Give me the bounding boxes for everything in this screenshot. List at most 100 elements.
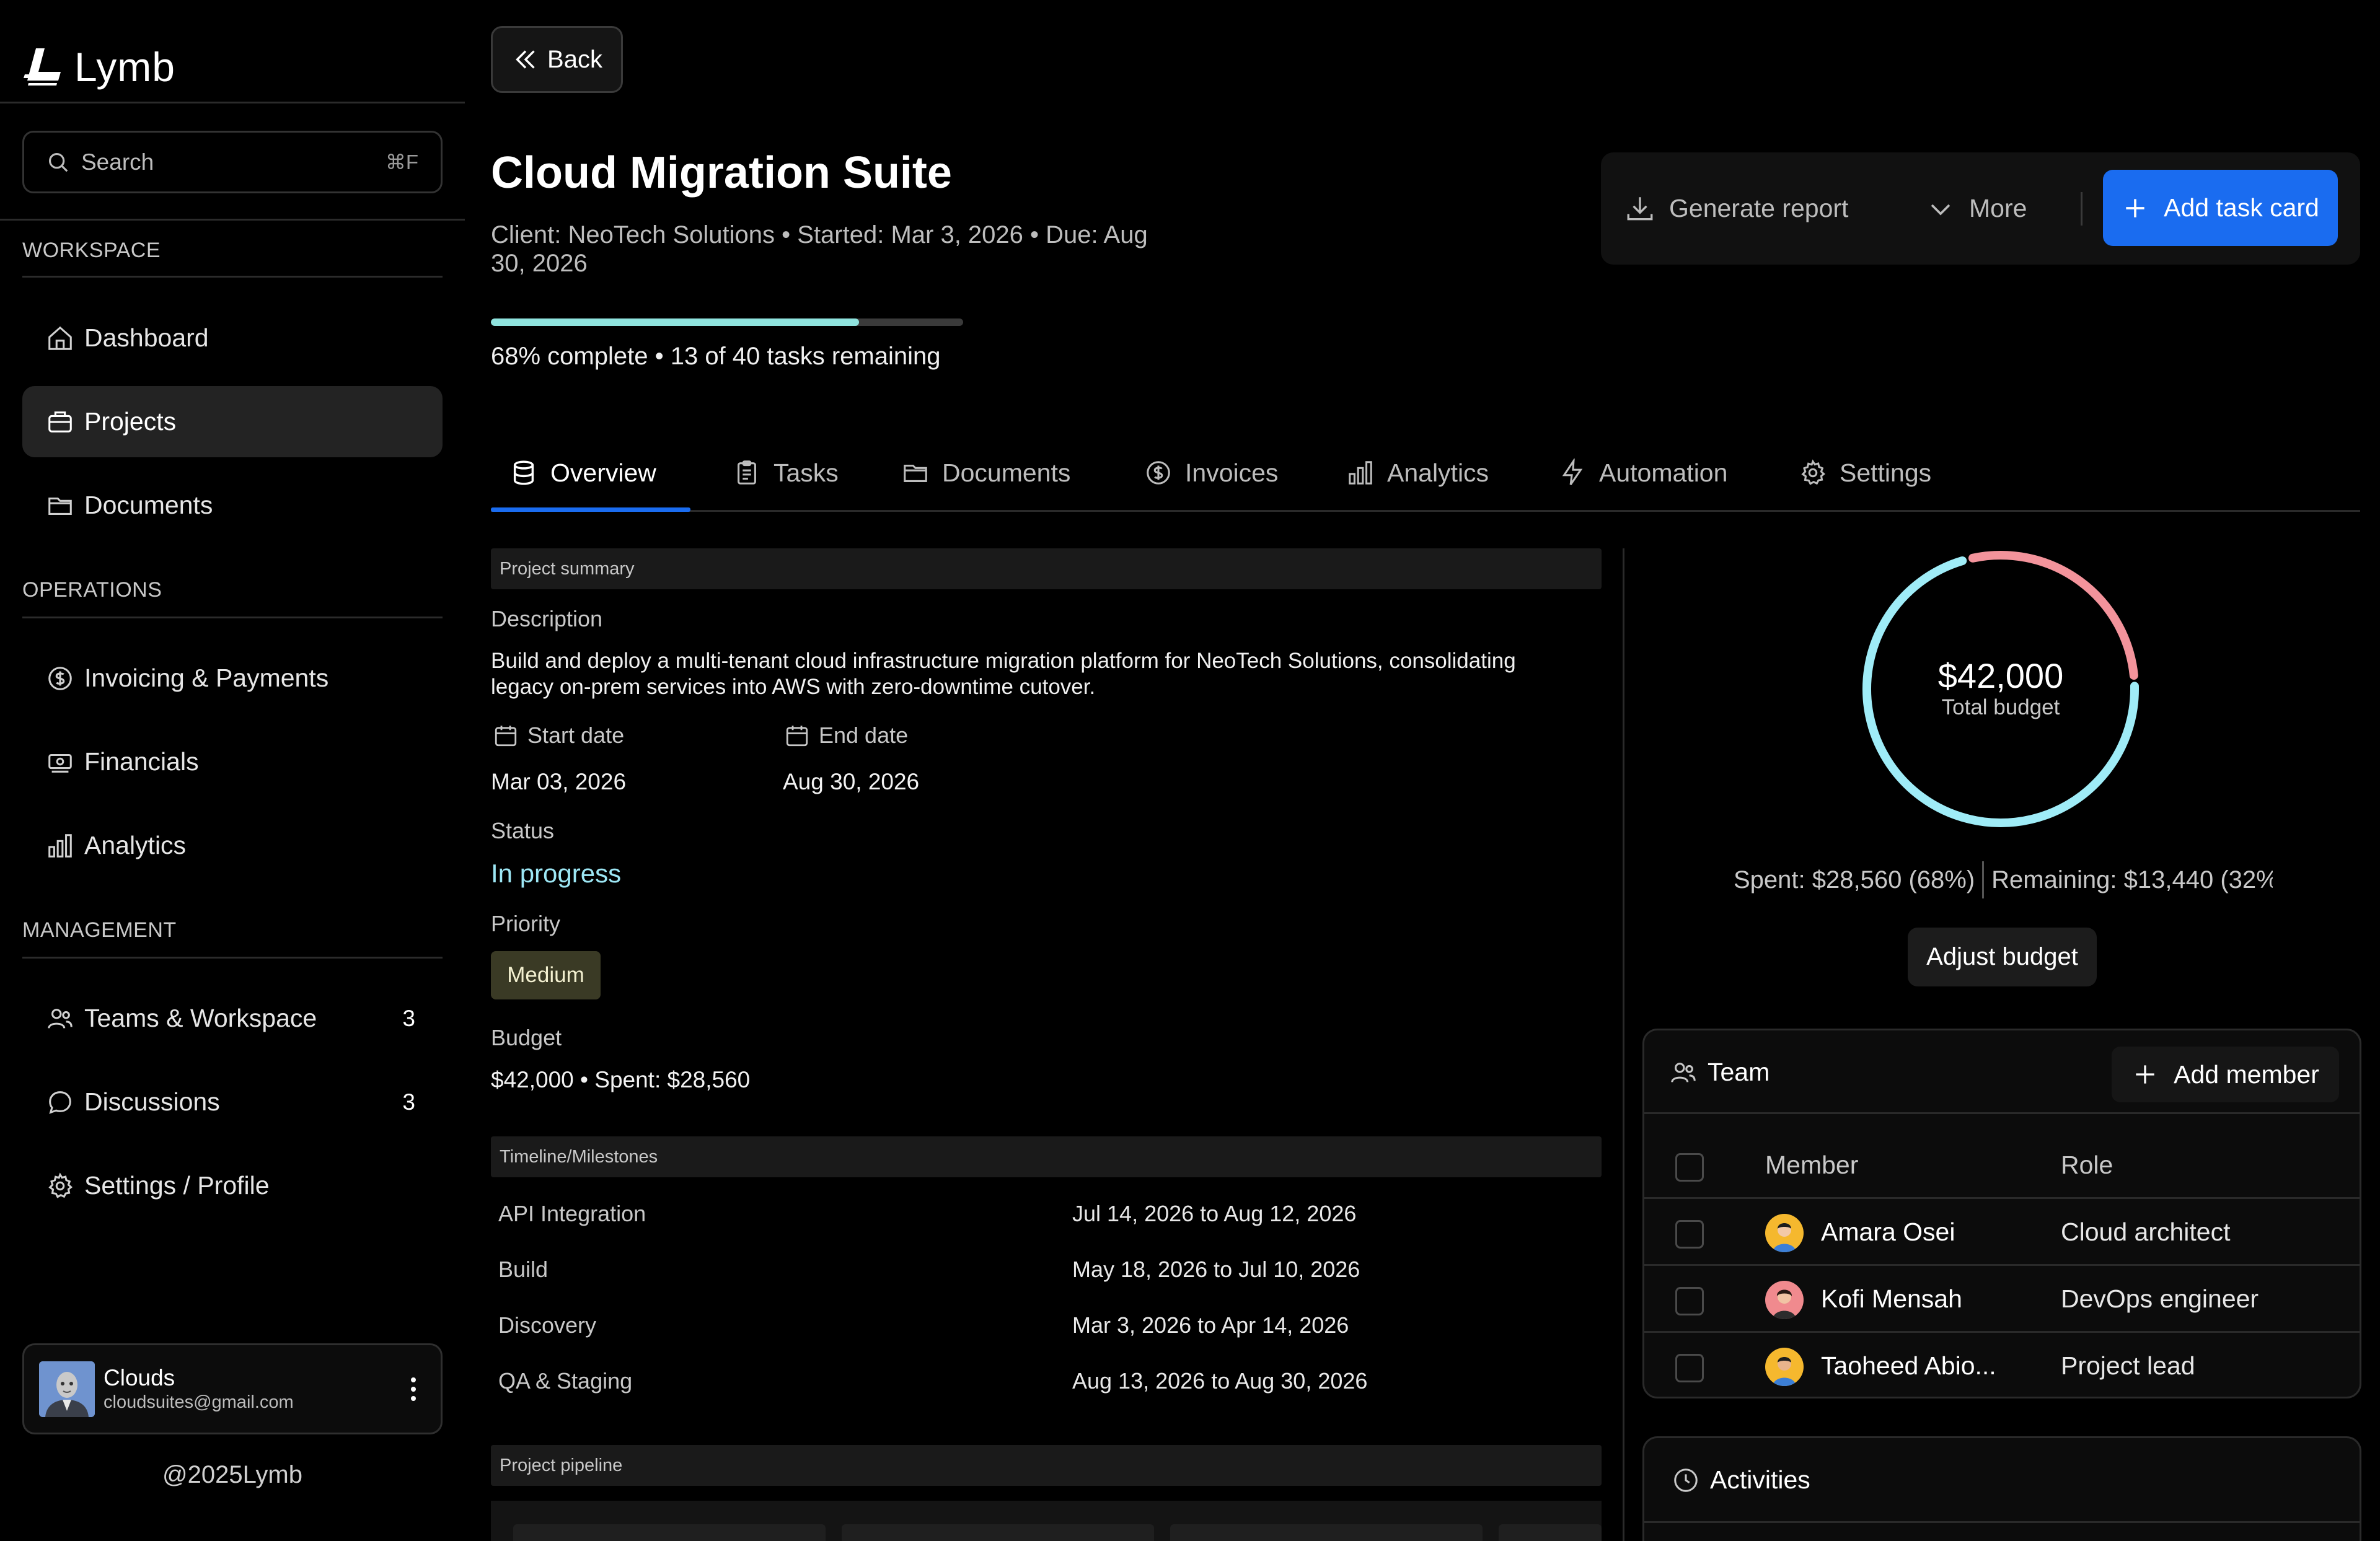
page-title: Cloud Migration Suite xyxy=(491,148,952,198)
spent-text: Spent: $28,560 (68%) xyxy=(1734,866,1975,893)
user-email: cloudsuites@gmail.com xyxy=(104,1392,294,1412)
row-checkbox[interactable] xyxy=(1675,1354,1704,1382)
project-meta: Client: NeoTech Solutions • Started: Mar… xyxy=(491,221,1148,277)
project-summary-header: Project summary xyxy=(491,548,1602,589)
sidebar-item-projects[interactable]: Projects xyxy=(22,386,443,457)
end-date-label: End date xyxy=(784,722,908,749)
sidebar-item-label: Dashboard xyxy=(84,323,209,352)
sidebar-item-label: Projects xyxy=(84,407,177,436)
divider xyxy=(1644,1521,2360,1523)
add-member-button[interactable]: Add member xyxy=(2112,1047,2339,1102)
generate-report-label: Generate report xyxy=(1669,194,1849,222)
remaining-text: Remaining: $13,440 (32%) xyxy=(1991,866,2273,893)
tab-settings[interactable]: Settings xyxy=(1799,434,1931,512)
tab-label: Analytics xyxy=(1387,458,1489,487)
brand-logo[interactable]: Lymb xyxy=(22,43,175,90)
member-name: Amara Osei xyxy=(1821,1218,1955,1246)
select-all-checkbox[interactable] xyxy=(1675,1153,1704,1182)
milestone-name: Discovery xyxy=(498,1312,597,1338)
tab-label: Invoices xyxy=(1185,458,1279,487)
description-text: Build and deploy a multi-tenant cloud in… xyxy=(491,649,1516,699)
tab-automation[interactable]: Automation xyxy=(1558,434,1727,512)
divider xyxy=(22,617,443,618)
tab-analytics[interactable]: Analytics xyxy=(1346,434,1489,512)
chevron-down-icon xyxy=(1931,204,1950,216)
sidebar: Lymb Search ⌘F WORKSPACE Dashboard Proje… xyxy=(0,0,465,1541)
start-date-value: Mar 03, 2026 xyxy=(491,769,627,794)
tab-tasks[interactable]: Tasks xyxy=(733,434,839,512)
adjust-budget-button[interactable]: Adjust budget xyxy=(1908,928,2097,986)
sidebar-item-settings[interactable]: Settings / Profile xyxy=(22,1150,443,1221)
team-card: Team Add member Member Role Amara Osei C… xyxy=(1642,1029,2361,1398)
users-icon xyxy=(48,1008,73,1029)
section-management: MANAGEMENT xyxy=(22,918,177,942)
search-input[interactable]: Search ⌘F xyxy=(22,131,443,193)
sidebar-item-documents[interactable]: Documents xyxy=(22,470,443,541)
lightning-icon xyxy=(1562,459,1583,486)
pipeline-column xyxy=(513,1524,826,1541)
add-task-card-button[interactable]: Add task card xyxy=(2103,170,2338,246)
member-role: DevOps engineer xyxy=(2061,1284,2259,1313)
users-icon xyxy=(1671,1062,1696,1082)
sidebar-item-analytics[interactable]: Analytics xyxy=(22,810,443,881)
more-button[interactable]: More xyxy=(1926,152,2027,265)
tab-documents[interactable]: Documents xyxy=(901,434,1070,512)
bar-chart-icon xyxy=(48,833,72,858)
clock-icon xyxy=(1674,1468,1698,1492)
chevrons-left-icon xyxy=(516,50,535,69)
status-value: In progress xyxy=(491,859,622,888)
member-role: Project lead xyxy=(2061,1351,2195,1380)
table-row[interactable]: Amara Osei Cloud architect xyxy=(1644,1199,2360,1266)
team-title-text: Team xyxy=(1708,1058,1770,1086)
sidebar-item-invoicing[interactable]: Invoicing & Payments xyxy=(22,643,443,714)
tab-label: Tasks xyxy=(774,458,839,487)
divider xyxy=(0,102,465,103)
start-date-label: Start date xyxy=(493,722,624,749)
timeline-header: Timeline/Milestones xyxy=(491,1136,1602,1177)
tab-bar: Overview Tasks Documents Invoices Analyt… xyxy=(491,434,2360,512)
end-date-label-text: End date xyxy=(819,722,909,748)
end-date-value: Aug 30, 2026 xyxy=(783,769,920,794)
copyright: @2025Lymb xyxy=(162,1461,302,1488)
sidebar-item-financials[interactable]: Financials xyxy=(22,726,443,797)
tab-invoices[interactable]: Invoices xyxy=(1144,434,1278,512)
progress-text: 68% complete • 13 of 40 tasks remaining xyxy=(491,343,941,370)
activities-title: Activities xyxy=(1672,1465,1810,1495)
tab-label: Documents xyxy=(942,458,1071,487)
section-workspace: WORKSPACE xyxy=(22,239,161,262)
user-profile-card[interactable]: Clouds cloudsuites@gmail.com xyxy=(22,1343,443,1434)
sidebar-item-label: Documents xyxy=(84,491,213,519)
tab-overview[interactable]: Overview xyxy=(509,434,656,512)
budget-breakdown: Spent: $28,560 (68%) Remaining: $13,440 … xyxy=(1734,861,2273,898)
avatar xyxy=(1765,1348,1804,1386)
pipeline-column xyxy=(842,1524,1154,1541)
sidebar-item-discussions[interactable]: Discussions 3 xyxy=(22,1066,443,1138)
folder-icon xyxy=(48,497,72,515)
table-row[interactable]: Kofi Mensah DevOps engineer xyxy=(1644,1266,2360,1333)
user-name: Clouds xyxy=(104,1365,175,1390)
sidebar-item-teams[interactable]: Teams & Workspace 3 xyxy=(22,983,443,1054)
member-role: Cloud architect xyxy=(2061,1218,2231,1246)
sidebar-item-dashboard[interactable]: Dashboard xyxy=(22,302,443,374)
priority-badge: Medium xyxy=(491,951,601,999)
add-task-label: Add task card xyxy=(2164,193,2319,222)
row-checkbox[interactable] xyxy=(1675,1220,1704,1249)
back-button[interactable]: Back xyxy=(491,26,623,93)
search-icon xyxy=(48,152,68,172)
sidebar-item-label: Financials xyxy=(84,747,199,776)
milestone-name: API Integration xyxy=(498,1201,646,1226)
divider xyxy=(22,276,443,278)
sidebar-item-label: Discussions xyxy=(84,1087,220,1116)
total-budget-amount: $42,000 xyxy=(1937,656,2064,695)
clipboard-icon xyxy=(738,460,756,485)
divider xyxy=(2081,192,2082,226)
tab-label: Overview xyxy=(550,458,656,487)
column-divider xyxy=(1623,548,1624,1541)
row-checkbox[interactable] xyxy=(1675,1287,1704,1315)
divider xyxy=(22,957,443,959)
generate-report-button[interactable]: Generate report xyxy=(1624,152,1848,265)
table-row[interactable]: Taoheed Abio... Project lead xyxy=(1644,1333,2360,1397)
more-options-icon[interactable] xyxy=(401,1371,426,1408)
add-member-label: Add member xyxy=(2174,1060,2319,1089)
count-badge: 3 xyxy=(402,1005,415,1031)
